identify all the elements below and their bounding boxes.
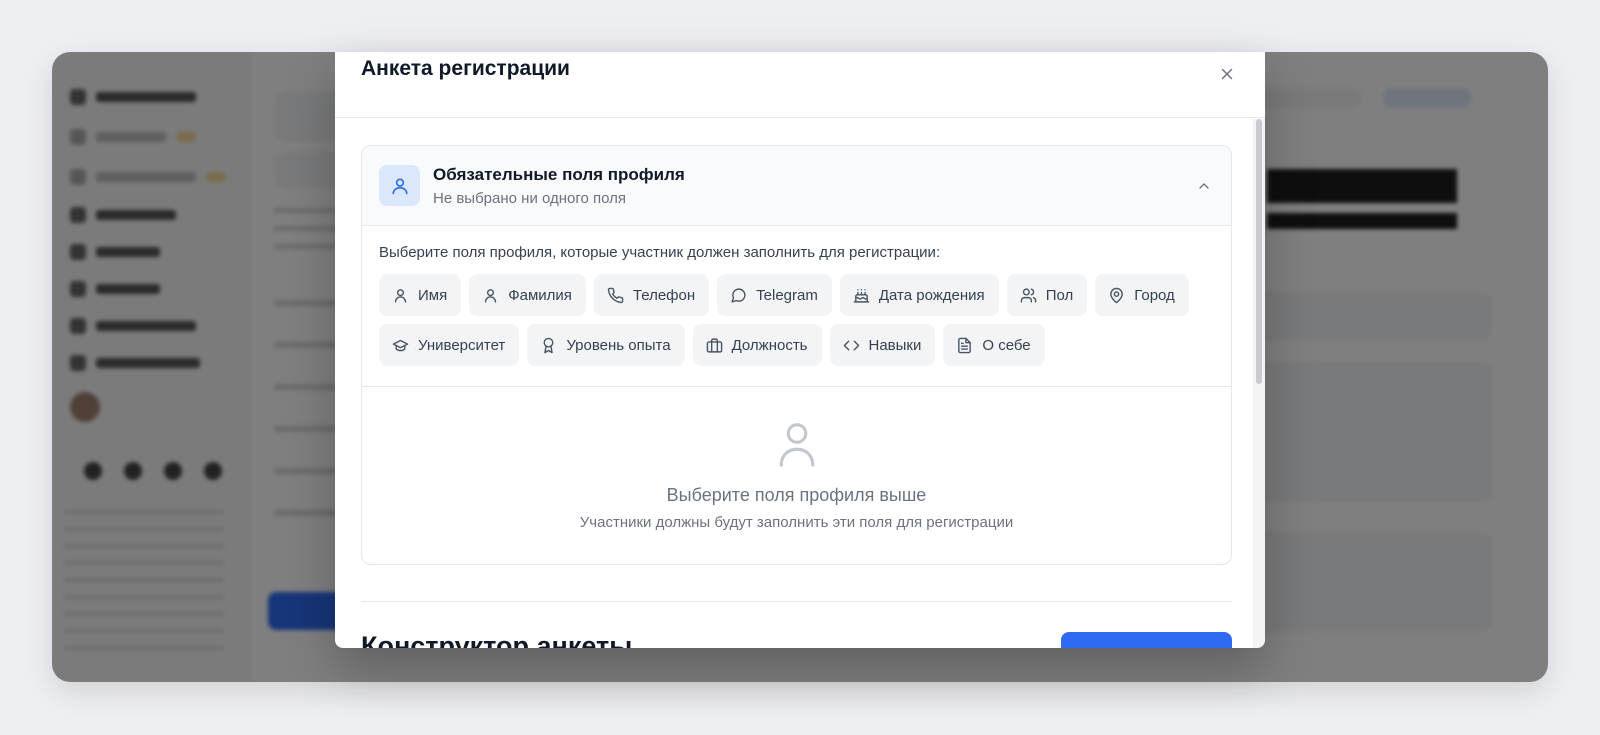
user-icon-badge bbox=[379, 165, 420, 206]
field-chip-first-name[interactable]: Имя bbox=[379, 274, 462, 316]
graduation-cap-icon bbox=[392, 339, 409, 351]
add-question-button[interactable] bbox=[1061, 632, 1232, 648]
file-text-icon bbox=[958, 337, 972, 353]
field-chip-gender[interactable]: Пол bbox=[1006, 274, 1088, 316]
modal-scrollbar[interactable] bbox=[1253, 119, 1265, 648]
cake-icon bbox=[853, 288, 870, 303]
users-icon bbox=[1020, 287, 1036, 303]
user-icon bbox=[779, 423, 814, 467]
briefcase-icon bbox=[706, 337, 722, 353]
profile-fields-instruction: Выберите поля профиля, которые участник … bbox=[379, 244, 941, 261]
field-chip-phone[interactable]: Телефон bbox=[593, 274, 710, 316]
section-divider bbox=[361, 601, 1232, 602]
chevron-up-icon bbox=[1199, 183, 1209, 189]
field-chip-city[interactable]: Город bbox=[1095, 274, 1189, 316]
collapse-toggle[interactable] bbox=[1195, 177, 1213, 195]
empty-state: Выберите поля профиля выше Участники дол… bbox=[362, 386, 1231, 564]
user-icon bbox=[394, 288, 407, 303]
message-circle-icon bbox=[731, 287, 746, 303]
chip-label: Навыки bbox=[868, 336, 922, 354]
code-icon bbox=[843, 340, 859, 350]
empty-state-title: Выберите поля профиля выше bbox=[666, 485, 927, 505]
chip-label: Пол bbox=[1045, 286, 1074, 304]
chip-label: Уровень опыта bbox=[566, 336, 671, 354]
map-pin-icon bbox=[1110, 287, 1124, 303]
profile-field-chips: Имя Фамилия Телефон Telegram Дата рожден… bbox=[379, 274, 1219, 366]
field-chip-experience-level[interactable]: Уровень опыта bbox=[527, 324, 685, 366]
user-icon bbox=[485, 288, 497, 303]
chip-label: Телефон bbox=[632, 286, 696, 304]
section-subtitle: Не выбрано ни одного поля bbox=[433, 190, 627, 207]
field-chip-university[interactable]: Университет bbox=[379, 324, 520, 366]
modal-header: Анкета регистрации bbox=[335, 52, 1265, 118]
close-icon bbox=[1221, 68, 1233, 80]
chip-label: Telegram bbox=[756, 286, 818, 304]
close-button[interactable] bbox=[1215, 62, 1239, 86]
registration-form-modal: Анкета регистрации Обязательные поля про… bbox=[335, 52, 1265, 648]
field-chip-position[interactable]: Должность bbox=[692, 324, 822, 366]
award-icon bbox=[543, 337, 554, 353]
modal-body: Обязательные поля профиля Не выбрано ни … bbox=[335, 119, 1253, 648]
form-builder-title: Конструктор анкеты bbox=[361, 631, 633, 648]
field-chip-telegram[interactable]: Telegram bbox=[717, 274, 832, 316]
chip-label: Дата рождения bbox=[878, 286, 985, 304]
field-chip-birth-date[interactable]: Дата рождения bbox=[839, 274, 999, 316]
chip-label: Университет bbox=[418, 336, 506, 354]
user-icon bbox=[392, 178, 407, 194]
chip-label: Имя bbox=[418, 286, 448, 304]
section-title: Обязательные поля профиля bbox=[433, 165, 685, 184]
field-chip-skills[interactable]: Навыки bbox=[829, 324, 936, 366]
chip-label: Должность bbox=[731, 336, 808, 354]
chip-label: О себе bbox=[982, 336, 1031, 354]
chip-label: Город bbox=[1134, 286, 1175, 304]
empty-state-subtitle: Участники должны будут заполнить эти пол… bbox=[579, 514, 1014, 531]
profile-fields-header[interactable]: Обязательные поля профиля Не выбрано ни … bbox=[362, 146, 1231, 226]
phone-icon bbox=[607, 287, 624, 303]
scrollbar-thumb[interactable] bbox=[1256, 119, 1262, 384]
field-chip-last-name[interactable]: Фамилия bbox=[469, 274, 586, 316]
field-chip-about[interactable]: О себе bbox=[943, 324, 1045, 366]
profile-fields-section: Обязательные поля профиля Не выбрано ни … bbox=[361, 145, 1232, 565]
chip-label: Фамилия bbox=[508, 286, 572, 304]
modal-title: Анкета регистрации bbox=[361, 57, 570, 80]
